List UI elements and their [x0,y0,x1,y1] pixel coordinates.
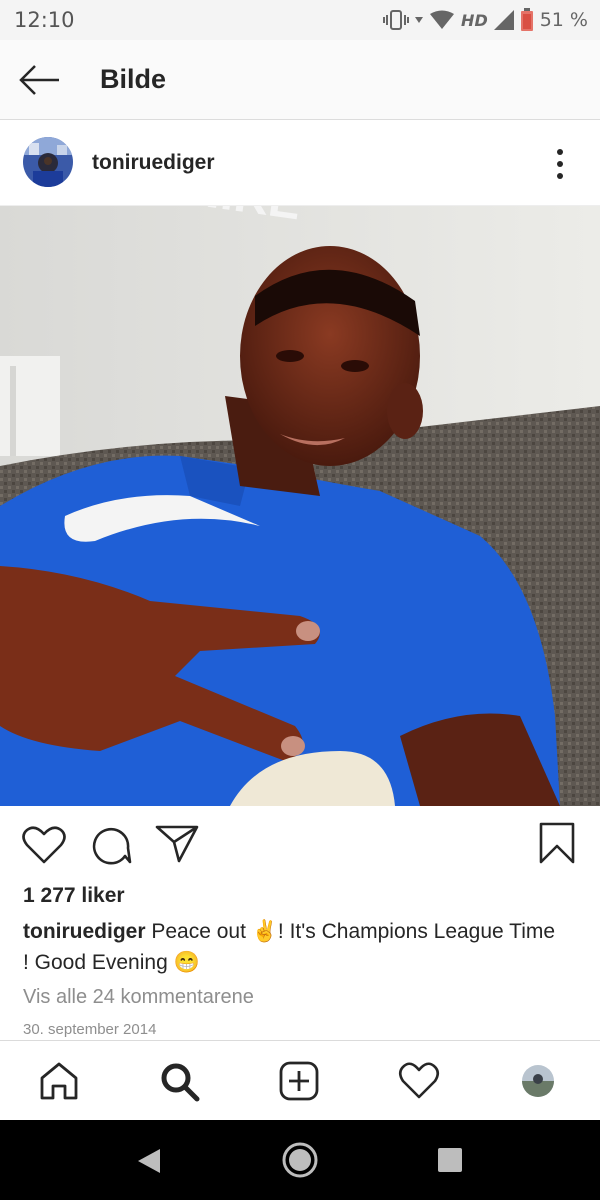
user-avatar[interactable] [23,137,73,187]
post-photo[interactable]: NIKE [0,206,600,806]
recents-square-icon[interactable] [437,1147,463,1173]
home-icon[interactable] [38,1060,80,1102]
add-post-icon[interactable] [278,1060,320,1102]
post-actions [0,806,600,884]
post-caption: toniruediger Peace out ✌️! It's Champion… [23,916,563,978]
activity-heart-icon[interactable] [398,1060,440,1102]
bookmark-icon[interactable] [538,822,576,864]
network-label: HD [461,10,488,30]
battery-percent: 51 % [539,9,588,31]
share-direct-icon[interactable] [155,824,199,864]
post-username[interactable]: toniruediger [92,151,215,175]
post-header: toniruediger [0,121,600,206]
home-circle-icon[interactable] [281,1141,319,1179]
battery-icon [520,8,533,31]
like-heart-icon[interactable] [22,825,66,865]
view-all-comments-link[interactable]: Vis alle 24 kommentarene [23,986,254,1009]
like-count[interactable]: 1 277 liker [23,884,125,908]
top-bar: Bilde [0,40,600,120]
status-bar: 12:10 HD 51 % [0,0,600,40]
vibrate-icon [383,10,410,30]
status-time: 12:10 [14,8,75,32]
bottom-nav [0,1040,600,1120]
wifi-icon [430,10,455,29]
android-nav-bar [0,1120,600,1200]
profile-avatar[interactable] [520,1063,556,1099]
search-icon[interactable] [158,1060,200,1102]
back-triangle-icon[interactable] [136,1147,162,1175]
comment-icon[interactable] [90,824,132,866]
more-options-icon[interactable] [548,147,572,181]
data-arrow-icon [415,17,424,23]
signal-icon [493,10,514,30]
caption-username[interactable]: toniruediger [23,920,146,943]
page-title: Bilde [100,64,167,94]
back-arrow-icon[interactable] [18,64,60,96]
status-icons: HD 51 % [383,8,588,32]
post-date: 30. september 2014 [23,1021,157,1038]
